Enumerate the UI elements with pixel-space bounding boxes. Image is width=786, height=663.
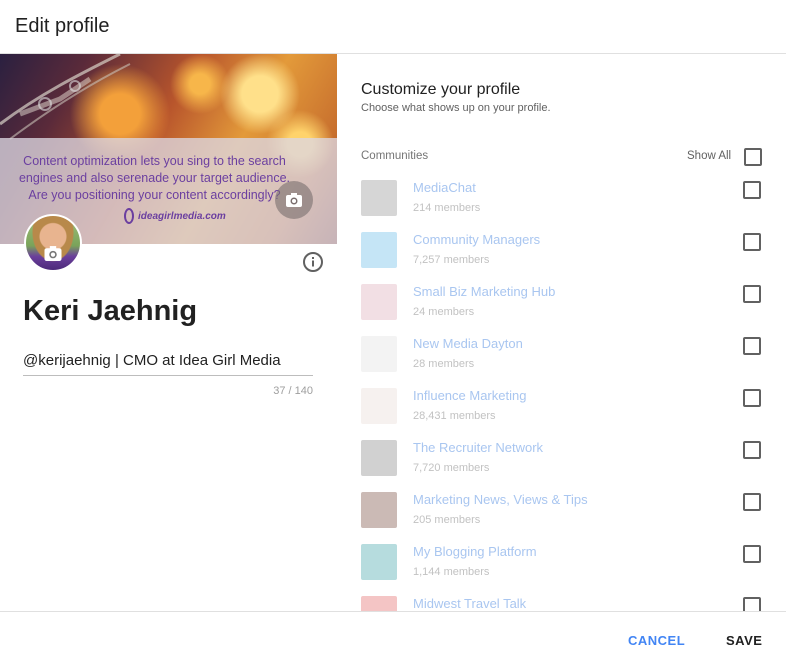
- community-visibility-checkbox[interactable]: [743, 285, 761, 303]
- brand-logo-icon: [124, 208, 134, 224]
- community-visibility-checkbox[interactable]: [743, 545, 761, 563]
- community-thumbnail: [361, 336, 397, 372]
- community-name[interactable]: Midwest Travel Talk: [413, 596, 526, 611]
- camera-icon: [44, 245, 62, 261]
- character-counter: 37 / 140: [273, 385, 313, 397]
- community-item: New Media Dayton 28 members: [361, 336, 771, 376]
- community-item: Midwest Travel Talk: [361, 596, 771, 611]
- community-member-count: 214 members: [413, 202, 481, 214]
- communities-label: Communities: [361, 150, 429, 162]
- community-item: My Blogging Platform 1,144 members: [361, 544, 771, 584]
- cancel-button[interactable]: CANCEL: [628, 633, 685, 648]
- community-item: MediaChat 214 members: [361, 180, 771, 220]
- community-thumbnail: [361, 440, 397, 476]
- community-name[interactable]: Marketing News, Views & Tips: [413, 492, 588, 507]
- community-thumbnail: [361, 492, 397, 528]
- community-thumbnail: [361, 388, 397, 424]
- community-visibility-checkbox[interactable]: [743, 233, 761, 251]
- community-member-count: 1,144 members: [413, 566, 490, 578]
- community-visibility-checkbox[interactable]: [743, 181, 761, 199]
- community-item: Community Managers 7,257 members: [361, 232, 771, 272]
- community-member-count: 28 members: [413, 358, 475, 370]
- community-thumbnail: [361, 284, 397, 320]
- show-all-label: Show All: [687, 150, 732, 162]
- community-name[interactable]: Influence Marketing: [413, 388, 526, 403]
- community-visibility-checkbox[interactable]: [743, 441, 761, 459]
- community-thumbnail: [361, 596, 397, 611]
- section-title: Customize your profile: [361, 81, 521, 98]
- community-visibility-checkbox[interactable]: [743, 597, 761, 611]
- cover-text-line: engines and also serenade your target au…: [18, 171, 291, 185]
- community-item: Marketing News, Views & Tips 205 members: [361, 492, 771, 532]
- community-member-count: 7,257 members: [413, 254, 490, 266]
- show-all-checkbox[interactable]: [744, 148, 762, 166]
- community-thumbnail: [361, 180, 397, 216]
- info-icon[interactable]: [302, 251, 324, 273]
- community-item: The Recruiter Network 7,720 members: [361, 440, 771, 480]
- community-name[interactable]: Community Managers: [413, 232, 540, 247]
- brand-text: ideagirlmedia.com: [138, 211, 226, 222]
- community-name[interactable]: New Media Dayton: [413, 336, 523, 351]
- community-visibility-checkbox[interactable]: [743, 493, 761, 511]
- customize-profile-pane: Customize your profile Choose what shows…: [337, 54, 786, 611]
- dialog-header: Edit profile: [0, 0, 786, 54]
- section-subtitle: Choose what shows up on your profile.: [361, 102, 551, 114]
- community-name[interactable]: MediaChat: [413, 180, 476, 195]
- cover-text-line: Content optimization lets you sing to th…: [23, 154, 286, 168]
- dialog-title: Edit profile: [15, 15, 110, 37]
- community-thumbnail: [361, 232, 397, 268]
- profile-editor-pane: Content optimization lets you sing to th…: [0, 54, 337, 611]
- community-item: Influence Marketing 28,431 members: [361, 388, 771, 428]
- community-name[interactable]: The Recruiter Network: [413, 440, 543, 455]
- change-avatar-button[interactable]: [40, 242, 66, 264]
- community-member-count: 28,431 members: [413, 410, 496, 422]
- community-member-count: 24 members: [413, 306, 475, 318]
- camera-icon: [286, 193, 302, 207]
- community-member-count: 205 members: [413, 514, 481, 526]
- community-name[interactable]: My Blogging Platform: [413, 544, 537, 559]
- community-thumbnail: [361, 544, 397, 580]
- community-member-count: 7,720 members: [413, 462, 490, 474]
- profile-name[interactable]: Keri Jaehnig: [23, 295, 197, 328]
- tagline-input[interactable]: @kerijaehnig | CMO at Idea Girl Media: [23, 352, 313, 376]
- community-name[interactable]: Small Biz Marketing Hub: [413, 284, 555, 299]
- dialog-footer: CANCEL SAVE: [0, 611, 786, 663]
- community-visibility-checkbox[interactable]: [743, 389, 761, 407]
- change-cover-photo-button[interactable]: [275, 181, 313, 219]
- save-button[interactable]: SAVE: [726, 633, 762, 648]
- saxophone-graphic: [0, 54, 131, 140]
- community-item: Small Biz Marketing Hub 24 members: [361, 284, 771, 324]
- community-visibility-checkbox[interactable]: [743, 337, 761, 355]
